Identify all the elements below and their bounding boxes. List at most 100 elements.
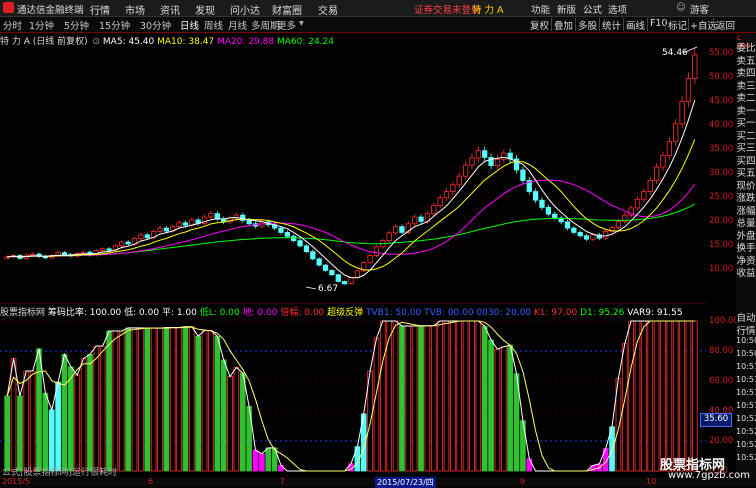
candle-body xyxy=(310,251,316,260)
indicator-bar xyxy=(641,320,647,472)
candle-body xyxy=(412,216,418,225)
btn-huaxian[interactable]: 画线 xyxy=(626,18,645,32)
indicator-bar xyxy=(125,327,131,472)
menu-jiaoyi[interactable]: 交易 xyxy=(318,2,338,17)
tick-time-item[interactable]: 10:52 xyxy=(736,414,756,423)
stock-name-title: 特 力 A xyxy=(472,5,504,16)
indicator-value-1: 低: 0.00 xyxy=(121,308,160,318)
tick-time-item[interactable]: 行情 xyxy=(736,323,756,337)
candle-body xyxy=(431,205,437,215)
price-tick: 35.00 xyxy=(709,143,734,154)
candle-body xyxy=(418,216,424,222)
candle-body xyxy=(284,232,290,237)
indicator-bar xyxy=(475,320,482,472)
tick-time-item[interactable]: 10:50 xyxy=(736,349,756,358)
btn-fuquan[interactable]: 复权 xyxy=(530,18,549,32)
menu-zixun[interactable]: 资讯 xyxy=(160,2,180,17)
indicator-bar xyxy=(195,335,202,472)
date-label: 2015/07/23/四 xyxy=(375,477,436,488)
tick-time-item[interactable]: 自动 xyxy=(736,310,756,324)
indicator-chart[interactable] xyxy=(0,303,706,478)
tick-time-item[interactable]: 10:52 xyxy=(736,453,756,462)
more-dropdown-icon[interactable]: ▾ xyxy=(299,18,304,29)
candle-body xyxy=(564,221,571,229)
date-label: 10 xyxy=(646,477,657,486)
btn-fanhui[interactable]: 返回 xyxy=(716,18,735,32)
ma5-line xyxy=(7,99,696,279)
tick-time-item[interactable]: 10:50 xyxy=(736,336,756,345)
indicator-bar xyxy=(462,320,469,472)
candle-body xyxy=(182,222,189,226)
toolbar-divider xyxy=(623,18,624,31)
tick-time-item[interactable]: 10:52 xyxy=(736,440,756,449)
indicator-bar xyxy=(112,330,119,472)
menu-xuanxiang[interactable]: 选项 xyxy=(608,2,627,16)
tick-time-item[interactable]: 10:51 xyxy=(736,401,756,410)
ma-legend: 特 力 A (日线 前复权) ⊙ MA5: 45.40 MA10: 38.47 … xyxy=(0,34,334,47)
candle-body xyxy=(660,155,666,168)
indicator-bar xyxy=(55,381,61,472)
menu-faxian[interactable]: 发现 xyxy=(195,2,215,17)
period-more[interactable]: 更多 xyxy=(277,18,296,32)
menu-caifuquan[interactable]: 财富圈 xyxy=(272,2,302,17)
indicator-bar xyxy=(87,353,93,472)
chart-menu-icon[interactable]: ⊙ xyxy=(93,37,101,47)
btn-diejia[interactable]: 叠加 xyxy=(554,18,573,32)
indicator-bar xyxy=(252,449,259,472)
btn-tongji[interactable]: 统计 xyxy=(602,18,621,32)
menu-shichang[interactable]: 市场 xyxy=(125,2,145,17)
indicator-bar xyxy=(526,458,533,472)
period-30min[interactable]: 30分钟 xyxy=(140,18,171,32)
period-daily[interactable]: 日线 xyxy=(180,18,199,32)
period-fenshi[interactable]: 分时 xyxy=(3,18,22,32)
chart-stock-name: 特 力 A (日线 前复权) xyxy=(0,37,88,47)
date-label: 6 xyxy=(148,477,154,486)
title-bar: 通达信金融终端 行情 市场 资讯 发现 问小达 财富圈 交易 证券交易未登录 特… xyxy=(0,0,756,17)
menu-wenxiaoda[interactable]: 问小达 xyxy=(230,2,260,17)
period-15min[interactable]: 15分钟 xyxy=(99,18,130,32)
menu-gongneng[interactable]: 功能 xyxy=(531,2,550,16)
price-tick: 10.00 xyxy=(709,263,734,274)
tick-time-item[interactable]: 10:51 xyxy=(736,388,756,397)
candle-body xyxy=(443,191,450,199)
btn-duogu[interactable]: 多股 xyxy=(578,18,597,32)
period-weekly[interactable]: 周线 xyxy=(204,18,223,32)
candle-body xyxy=(367,255,373,264)
period-monthly[interactable]: 月线 xyxy=(228,18,247,32)
side-panel-item[interactable]: 收益 xyxy=(736,265,756,279)
indicator-bar xyxy=(106,330,112,472)
ma20-value: MA20: 29.88 xyxy=(217,37,275,47)
indicator-bar xyxy=(685,320,692,472)
candle-body xyxy=(494,158,501,166)
indicator-bar xyxy=(99,345,106,472)
user-icon[interactable]: ☺ xyxy=(676,2,686,13)
indicator-bar xyxy=(259,453,265,472)
tick-time-item[interactable]: 10:51 xyxy=(736,375,756,384)
toolbar-divider xyxy=(575,18,576,31)
candle-body xyxy=(673,123,679,142)
period-5min[interactable]: 5分钟 xyxy=(64,18,89,32)
tick-time-item[interactable]: 10:52 xyxy=(736,427,756,436)
candle-body xyxy=(501,152,507,160)
candle-body xyxy=(163,227,169,232)
candle-body xyxy=(208,213,214,218)
login-notice[interactable]: 证券交易未登录 xyxy=(414,2,481,16)
btn-biaoji[interactable]: 标记 xyxy=(668,18,687,32)
indicator-bar xyxy=(10,358,17,472)
menu-gongshi[interactable]: 公式 xyxy=(583,2,602,16)
period-multi[interactable]: 多周期 xyxy=(251,18,280,32)
candle-body xyxy=(30,253,36,256)
indicator-bar xyxy=(61,353,68,472)
indicator-bar xyxy=(214,335,221,472)
period-1min[interactable]: 1分钟 xyxy=(29,18,54,32)
menu-xinban[interactable]: 新版 xyxy=(557,2,576,16)
guest-label[interactable]: 游客 xyxy=(690,2,709,16)
indicator-bar xyxy=(647,320,654,472)
menu-hangqing[interactable]: 行情 xyxy=(90,2,110,17)
tick-time-item[interactable]: 10:51 xyxy=(736,362,756,371)
price-tick: 25.00 xyxy=(709,191,734,202)
candle-body xyxy=(373,246,380,256)
indicator-bar xyxy=(494,348,501,472)
indicator-bar xyxy=(265,447,272,472)
candlestick-chart[interactable]: 54.46 6.67 xyxy=(0,33,706,303)
